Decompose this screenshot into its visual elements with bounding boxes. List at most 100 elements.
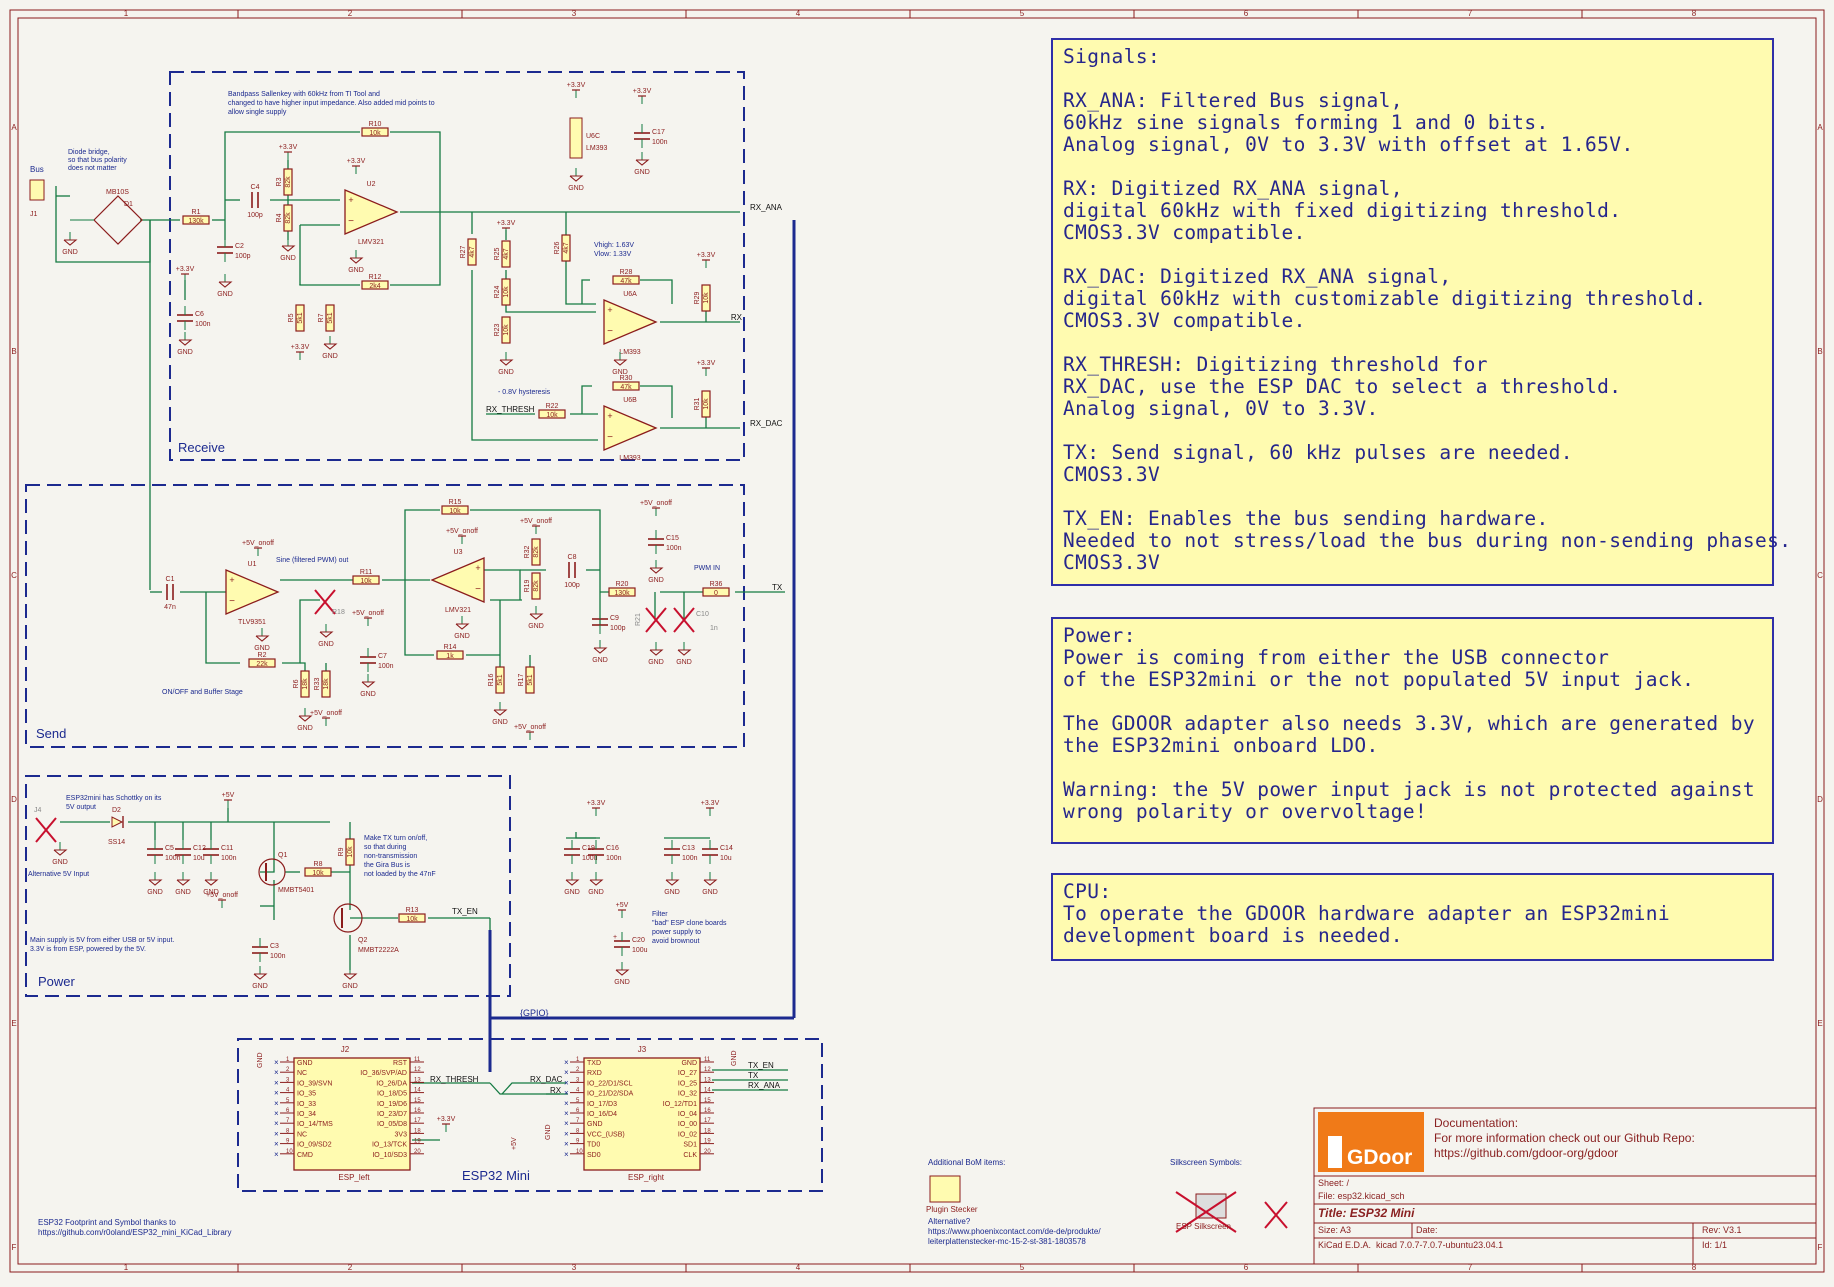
schematic-sheet: 1122334455667788AABBCCDDEEFF Receive Sen… — [0, 0, 1834, 1282]
pin-name: IO_10/SD3 — [372, 1152, 407, 1159]
grid-column-top: 6 — [1244, 9, 1249, 18]
capacitor-c13: C13 100n — [664, 840, 698, 864]
file-field: File: esp32.kicad_sch — [1318, 1191, 1405, 1201]
component-ref: J4 — [34, 807, 42, 814]
pin-name: 3V3 — [395, 1131, 408, 1138]
signals-line: Analog signal, 0V to 3.3V. — [1063, 397, 1379, 420]
component-value: 100n — [606, 855, 622, 862]
gpio-bus — [488, 220, 796, 1072]
pin-unconnected: × — [274, 1119, 279, 1128]
component-ref: R27 — [460, 245, 467, 258]
capacitor-c5: C5 100n — [147, 840, 181, 864]
ground-symbol: GND — [498, 352, 514, 376]
documentation-link[interactable]: https://github.com/gdoor-org/gdoor — [1434, 1146, 1814, 1161]
resistor-r3: R3 82k — [276, 168, 293, 196]
grid-column-bottom: 4 — [796, 1263, 801, 1272]
alternative-link-cont[interactable]: leiterplattenstecker-mc-15-2-st-381-1803… — [928, 1237, 1101, 1247]
resistor-r26: R26 4k7 — [554, 234, 571, 262]
ground-symbol: GND — [147, 872, 163, 896]
pin-unconnected: × — [274, 1089, 279, 1098]
esp32-title: ESP32 Mini — [462, 1168, 530, 1183]
net-label: RX_ANA — [750, 203, 783, 212]
component-value: 82k — [533, 580, 540, 592]
capacitor-c1: C1 47n — [164, 576, 176, 611]
component-value: 100n — [378, 663, 394, 670]
plugin-symbol — [929, 1175, 961, 1203]
signals-note: Signals: RX_ANA: Filtered Bus signal, 60… — [1051, 38, 1791, 586]
component-ref: U2 — [367, 181, 376, 188]
signals-line: RX: Digitized RX_ANA signal, — [1063, 177, 1403, 200]
components-layer: MB10SD1GNDR1130kC4100pC2100pGNDR1010kR3 8… — [29, 82, 733, 1132]
capacitor-c2: C2 100p — [217, 238, 251, 262]
component-ref: Q2 — [358, 937, 367, 944]
component-ref: R16 — [488, 673, 495, 686]
pin-name: IO_34 — [297, 1111, 316, 1118]
resistor-r32: R32 82k — [524, 538, 541, 566]
signals-line: CMOS3.3V compatible. — [1063, 221, 1306, 244]
silkscreen-title: Silkscreen Symbols: — [1170, 1158, 1243, 1167]
resistor-r31: R31 10k — [694, 390, 711, 418]
opamp-u2: + − U2 LMV321 — [344, 181, 399, 246]
ground-symbol: GND — [564, 872, 580, 896]
power-symbol: +3.3V — [697, 252, 716, 268]
component-ref: C16 — [606, 845, 619, 852]
pin-number: 11 — [414, 1057, 421, 1063]
ground-symbol: GND — [62, 232, 78, 256]
pin-number: 15 — [414, 1098, 421, 1104]
input-plus: + — [348, 195, 353, 205]
power-label: +5V_onoff — [352, 610, 384, 617]
ground-label: GND — [348, 267, 364, 274]
pin-number: 18 — [704, 1128, 711, 1134]
component-value: 10k — [449, 508, 461, 515]
pin-unconnected: × — [564, 1140, 569, 1149]
ground-label: GND — [702, 889, 718, 896]
ground-symbol: GND — [322, 336, 338, 360]
power-line: The GDOOR adapter also needs 3.3V, which… — [1063, 712, 1755, 735]
pin-name: TXD — [587, 1060, 601, 1067]
resistor-r30: R3047k — [612, 375, 640, 391]
pin-unconnected: × — [274, 1109, 279, 1118]
pin-name: GND — [681, 1060, 697, 1067]
power-symbol: +5V_onoff — [206, 892, 238, 908]
component-ref: R19 — [524, 579, 531, 592]
pin-unconnected: × — [564, 1078, 569, 1087]
power-title: Power — [38, 974, 76, 989]
esp-credit-link[interactable]: https://github.com/r0oland/ESP32_mini_Ki… — [38, 1228, 231, 1238]
component-ref: R26 — [554, 241, 561, 254]
component-value: 5k1 — [497, 674, 504, 685]
power-line — [1063, 757, 1762, 779]
ground-symbol: GND — [634, 152, 650, 176]
label-text: "bad" ESP clone boards — [652, 920, 727, 927]
alternative-link[interactable]: https://www.phoenixcontact.com/de-de/pro… — [928, 1227, 1101, 1237]
documentation-heading: Documentation: — [1434, 1116, 1519, 1130]
ground-symbol: GND — [52, 842, 68, 866]
pin-name: IO_05/D8 — [377, 1121, 407, 1128]
component-ref: C20 — [632, 937, 645, 944]
ground-label: GND — [664, 889, 680, 896]
pin-name: RXD — [587, 1070, 602, 1077]
component-value: 100n — [165, 855, 181, 862]
pin-name: IO_19/D6 — [377, 1101, 407, 1108]
label-text: PWM IN — [694, 565, 720, 572]
component-ref: C4 — [251, 184, 260, 191]
ground-label: GND — [360, 691, 376, 698]
component-ref: C8 — [568, 554, 577, 561]
ground-symbol: GND — [568, 168, 584, 192]
grid-row-left: E — [11, 1019, 16, 1028]
component-ref: C3 — [270, 943, 279, 950]
pin-number: 10 — [576, 1149, 583, 1155]
grid-column-top: 5 — [1020, 9, 1025, 18]
signals-line: digital 60kHz with fixed digitizing thre… — [1063, 199, 1622, 222]
j3-name: ESP_right — [628, 1173, 665, 1182]
power-symbol: +3.3V — [697, 360, 716, 376]
power-symbol: +3.3V — [567, 82, 586, 98]
pin-name: NC — [297, 1131, 307, 1138]
pin-number: 14 — [414, 1088, 421, 1094]
grid-column-top: 8 — [1692, 9, 1697, 18]
component-ref: U1 — [248, 561, 257, 568]
ground-symbol: GND — [254, 628, 270, 652]
power-symbol: +3.3V — [291, 344, 310, 360]
component-ref: C11 — [221, 845, 233, 852]
pin-name: IO_26/DA — [376, 1080, 407, 1087]
signals-line: Analog signal, 0V to 3.3V with offset at… — [1063, 133, 1634, 156]
